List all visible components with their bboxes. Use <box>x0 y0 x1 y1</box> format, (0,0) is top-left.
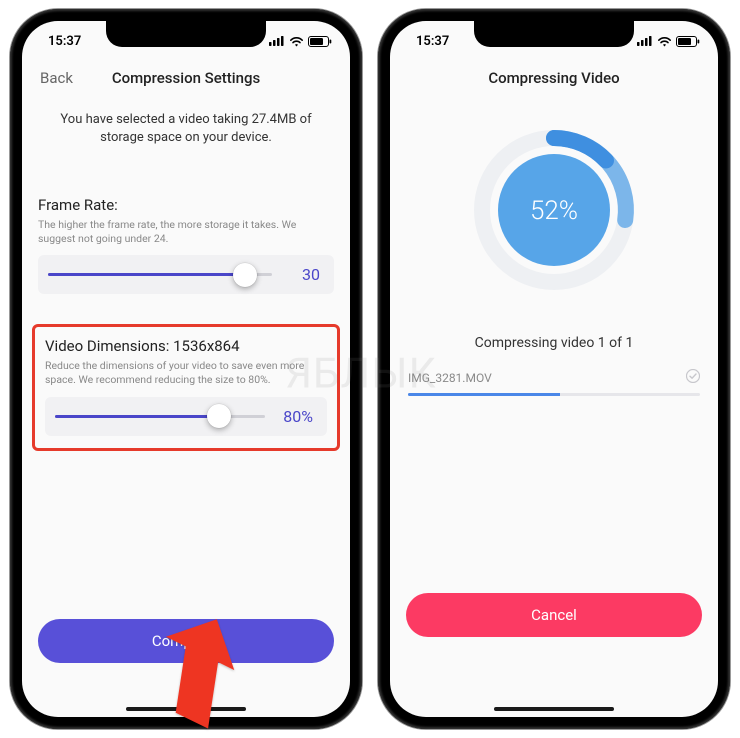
battery-icon <box>676 36 700 47</box>
page-title: Compressing Video <box>406 61 702 95</box>
home-indicator[interactable] <box>126 707 246 711</box>
video-dimensions-desc: Reduce the dimensions of your video to s… <box>45 359 327 386</box>
phone-frame-right: 15:37 Compressing Video 52% <box>378 9 730 729</box>
signal-icon <box>637 36 653 46</box>
frame-rate-value: 30 <box>284 265 320 284</box>
slider-thumb[interactable] <box>233 263 257 287</box>
battery-icon <box>308 36 332 47</box>
phone-frame-left: 15:37 Back Compression Settings You have… <box>10 9 362 729</box>
signal-icon <box>269 36 285 46</box>
video-dimensions-slider[interactable]: 80% <box>45 397 327 436</box>
status-icons <box>269 36 332 47</box>
page-title: Compression Settings <box>112 69 260 87</box>
notch <box>106 21 266 47</box>
frame-rate-slider[interactable]: 30 <box>38 255 334 294</box>
wifi-icon <box>289 36 304 47</box>
file-row: IMG_3281.MOV <box>406 369 702 396</box>
highlight-box: Video Dimensions: 1536x864 Reduce the di… <box>32 324 340 450</box>
home-indicator[interactable] <box>494 707 614 711</box>
status-time: 15:37 <box>48 34 81 49</box>
notch <box>474 21 634 47</box>
cancel-button-label: Cancel <box>531 606 577 624</box>
compress-button-label: Compress <box>152 632 220 650</box>
frame-rate-title: Frame Rate: <box>38 196 334 214</box>
slider-track <box>48 273 272 276</box>
video-dimensions-value: 80% <box>277 407 313 426</box>
back-button[interactable]: Back <box>40 69 73 87</box>
progress-percent: 52% <box>530 196 578 226</box>
file-progress-bar <box>408 393 700 396</box>
slider-track <box>55 415 265 418</box>
video-dimensions-title: Video Dimensions: 1536x864 <box>45 337 327 355</box>
info-text: You have selected a video taking 27.4MB … <box>38 95 334 146</box>
wifi-icon <box>657 36 672 47</box>
navbar: Back Compression Settings <box>38 61 334 95</box>
status-icons <box>637 36 700 47</box>
cancel-button[interactable]: Cancel <box>406 593 702 637</box>
progress-circle: 52% <box>406 125 702 295</box>
slider-thumb[interactable] <box>207 404 231 428</box>
frame-rate-desc: The higher the frame rate, the more stor… <box>38 218 334 245</box>
status-time: 15:37 <box>416 34 449 49</box>
frame-rate-section: Frame Rate: The higher the frame rate, t… <box>38 196 334 294</box>
video-dimensions-section: Video Dimensions: 1536x864 Reduce the di… <box>38 324 334 450</box>
screen-left: 15:37 Back Compression Settings You have… <box>22 21 350 717</box>
compress-button[interactable]: Compress <box>38 619 334 663</box>
progress-message: Compressing video 1 of 1 <box>406 335 702 351</box>
screen-right: 15:37 Compressing Video 52% <box>390 21 718 717</box>
file-name: IMG_3281.MOV <box>408 371 492 385</box>
check-icon <box>686 369 700 387</box>
